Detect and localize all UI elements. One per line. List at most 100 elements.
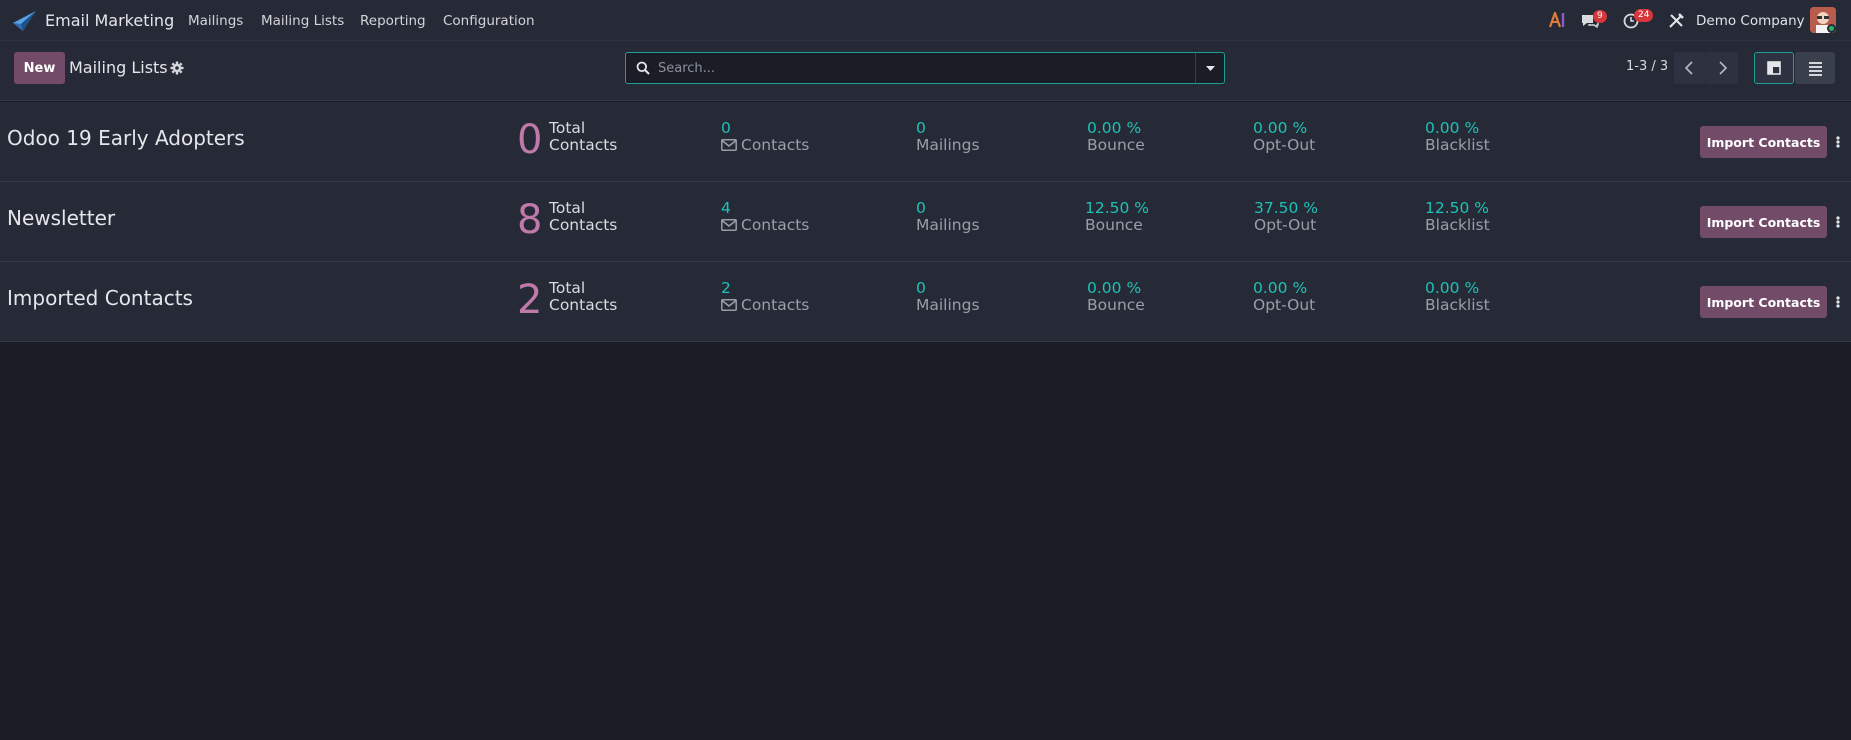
top-navbar: Email Marketing Mailings Mailing Lists R…	[0, 0, 1851, 41]
bounce-label: Bounce	[1087, 296, 1145, 314]
pager-next-button[interactable]	[1706, 52, 1738, 84]
import-contacts-button[interactable]: Import Contacts	[1700, 206, 1827, 238]
more-options-icon[interactable]	[1835, 134, 1841, 150]
new-button[interactable]: New	[14, 52, 65, 84]
email-marketing-logo-icon[interactable]	[11, 9, 37, 33]
bounce-value: 12.50 %	[1085, 199, 1150, 217]
optout-value: 0.00 %	[1253, 119, 1308, 137]
mailing-list-name[interactable]: Imported Contacts	[7, 286, 193, 310]
envelope-icon	[721, 299, 737, 311]
chevron-right-icon	[1719, 61, 1728, 75]
mailings-stat[interactable]: 0 Mailings	[916, 200, 980, 234]
envelope-icon	[721, 139, 737, 151]
page-title: Mailing Lists	[69, 58, 168, 77]
contacts-value: 4	[721, 199, 731, 217]
ai-icon[interactable]	[1549, 12, 1567, 28]
contacts-stat[interactable]: 0 Contacts	[721, 120, 809, 154]
company-switcher[interactable]: Demo Company	[1696, 13, 1805, 29]
mailings-value: 0	[916, 119, 926, 137]
mailings-label: Mailings	[916, 296, 980, 314]
contacts-stat[interactable]: 4 Contacts	[721, 200, 809, 234]
mailing-list-name[interactable]: Newsletter	[7, 206, 115, 230]
total-contacts-count[interactable]: 2	[517, 278, 542, 322]
bounce-label: Bounce	[1085, 216, 1143, 234]
mailing-list-name[interactable]: Odoo 19 Early Adopters	[7, 126, 245, 150]
mailing-list-row[interactable]: Imported Contacts 2 Total Contacts 2 Con…	[0, 262, 1851, 342]
more-options-icon[interactable]	[1835, 214, 1841, 230]
optout-stat[interactable]: 37.50 % Opt-Out	[1254, 200, 1318, 234]
contacts-label: Contacts	[721, 217, 809, 234]
mailings-label: Mailings	[916, 216, 980, 234]
gear-icon[interactable]	[170, 61, 184, 75]
pager-value[interactable]: 1-3 / 3	[1626, 59, 1668, 74]
mailings-stat[interactable]: 0 Mailings	[916, 120, 980, 154]
blacklist-stat[interactable]: 12.50 % Blacklist	[1425, 200, 1490, 234]
kanban-view-button[interactable]	[1754, 52, 1794, 84]
mailing-list-row[interactable]: Odoo 19 Early Adopters 0 Total Contacts …	[0, 102, 1851, 182]
mailings-stat[interactable]: 0 Mailings	[916, 280, 980, 314]
optout-label: Opt-Out	[1253, 296, 1316, 314]
total-label-line1: Total	[549, 199, 586, 217]
messages-badge: 9	[1593, 10, 1607, 23]
optout-stat[interactable]: 0.00 % Opt-Out	[1253, 120, 1315, 154]
bounce-value: 0.00 %	[1087, 279, 1142, 297]
activities-badge: 24	[1634, 9, 1654, 22]
menu-mailing-lists[interactable]: Mailing Lists	[261, 13, 344, 29]
app-name[interactable]: Email Marketing	[45, 11, 174, 30]
import-contacts-button[interactable]: Import Contacts	[1700, 286, 1827, 318]
optout-stat[interactable]: 0.00 % Opt-Out	[1253, 280, 1315, 314]
contacts-label: Contacts	[721, 137, 809, 154]
optout-label: Opt-Out	[1254, 216, 1317, 234]
search-input[interactable]	[658, 58, 1208, 78]
optout-label: Opt-Out	[1253, 136, 1316, 154]
list-view-icon	[1809, 62, 1822, 76]
bounce-stat[interactable]: 12.50 % Bounce	[1085, 200, 1149, 234]
import-contacts-button[interactable]: Import Contacts	[1700, 126, 1827, 158]
blacklist-label: Blacklist	[1425, 216, 1490, 234]
total-label-line1: Total	[549, 119, 586, 137]
mailings-value: 0	[916, 279, 926, 297]
pager-previous-button[interactable]	[1674, 52, 1706, 84]
mailing-list-row[interactable]: Newsletter 8 Total Contacts 4 Contacts 0…	[0, 182, 1851, 262]
envelope-icon	[721, 219, 737, 231]
bounce-value: 0.00 %	[1087, 119, 1142, 137]
contacts-value: 2	[721, 279, 731, 297]
search-bar	[625, 52, 1225, 84]
online-status-dot	[1827, 24, 1836, 33]
total-contacts-count[interactable]: 8	[517, 198, 542, 242]
bounce-stat[interactable]: 0.00 % Bounce	[1087, 120, 1145, 154]
list-view-button[interactable]	[1795, 52, 1835, 84]
chevron-left-icon	[1684, 61, 1693, 75]
bounce-label: Bounce	[1087, 136, 1145, 154]
optout-value: 0.00 %	[1253, 279, 1308, 297]
total-contacts-label: Total Contacts	[549, 120, 617, 154]
mailings-label: Mailings	[916, 136, 980, 154]
search-options-toggle[interactable]	[1195, 53, 1224, 83]
total-label-line2: Contacts	[549, 216, 618, 234]
blacklist-stat[interactable]: 0.00 % Blacklist	[1425, 280, 1490, 314]
more-options-icon[interactable]	[1835, 294, 1841, 310]
total-label-line2: Contacts	[549, 296, 618, 314]
contacts-stat[interactable]: 2 Contacts	[721, 280, 809, 314]
mailings-value: 0	[916, 199, 926, 217]
bounce-stat[interactable]: 0.00 % Bounce	[1087, 280, 1145, 314]
optout-value: 37.50 %	[1254, 199, 1319, 217]
caret-down-icon	[1206, 66, 1215, 71]
blacklist-value: 0.00 %	[1425, 279, 1480, 297]
blacklist-label: Blacklist	[1425, 296, 1490, 314]
debug-tools-icon[interactable]	[1668, 13, 1684, 29]
total-contacts-label: Total Contacts	[549, 200, 617, 234]
menu-reporting[interactable]: Reporting	[360, 13, 426, 29]
total-contacts-label: Total Contacts	[549, 280, 617, 314]
kanban-view-icon	[1767, 61, 1781, 75]
blacklist-value: 0.00 %	[1425, 119, 1480, 137]
search-icon	[636, 61, 650, 75]
blacklist-stat[interactable]: 0.00 % Blacklist	[1425, 120, 1490, 154]
total-contacts-count[interactable]: 0	[517, 118, 542, 162]
contacts-value: 0	[721, 119, 731, 137]
blacklist-value: 12.50 %	[1425, 199, 1490, 217]
total-label-line1: Total	[549, 279, 586, 297]
control-panel: New Mailing Lists 1-3 / 3	[0, 41, 1851, 101]
menu-configuration[interactable]: Configuration	[443, 13, 535, 29]
menu-mailings[interactable]: Mailings	[188, 13, 243, 29]
